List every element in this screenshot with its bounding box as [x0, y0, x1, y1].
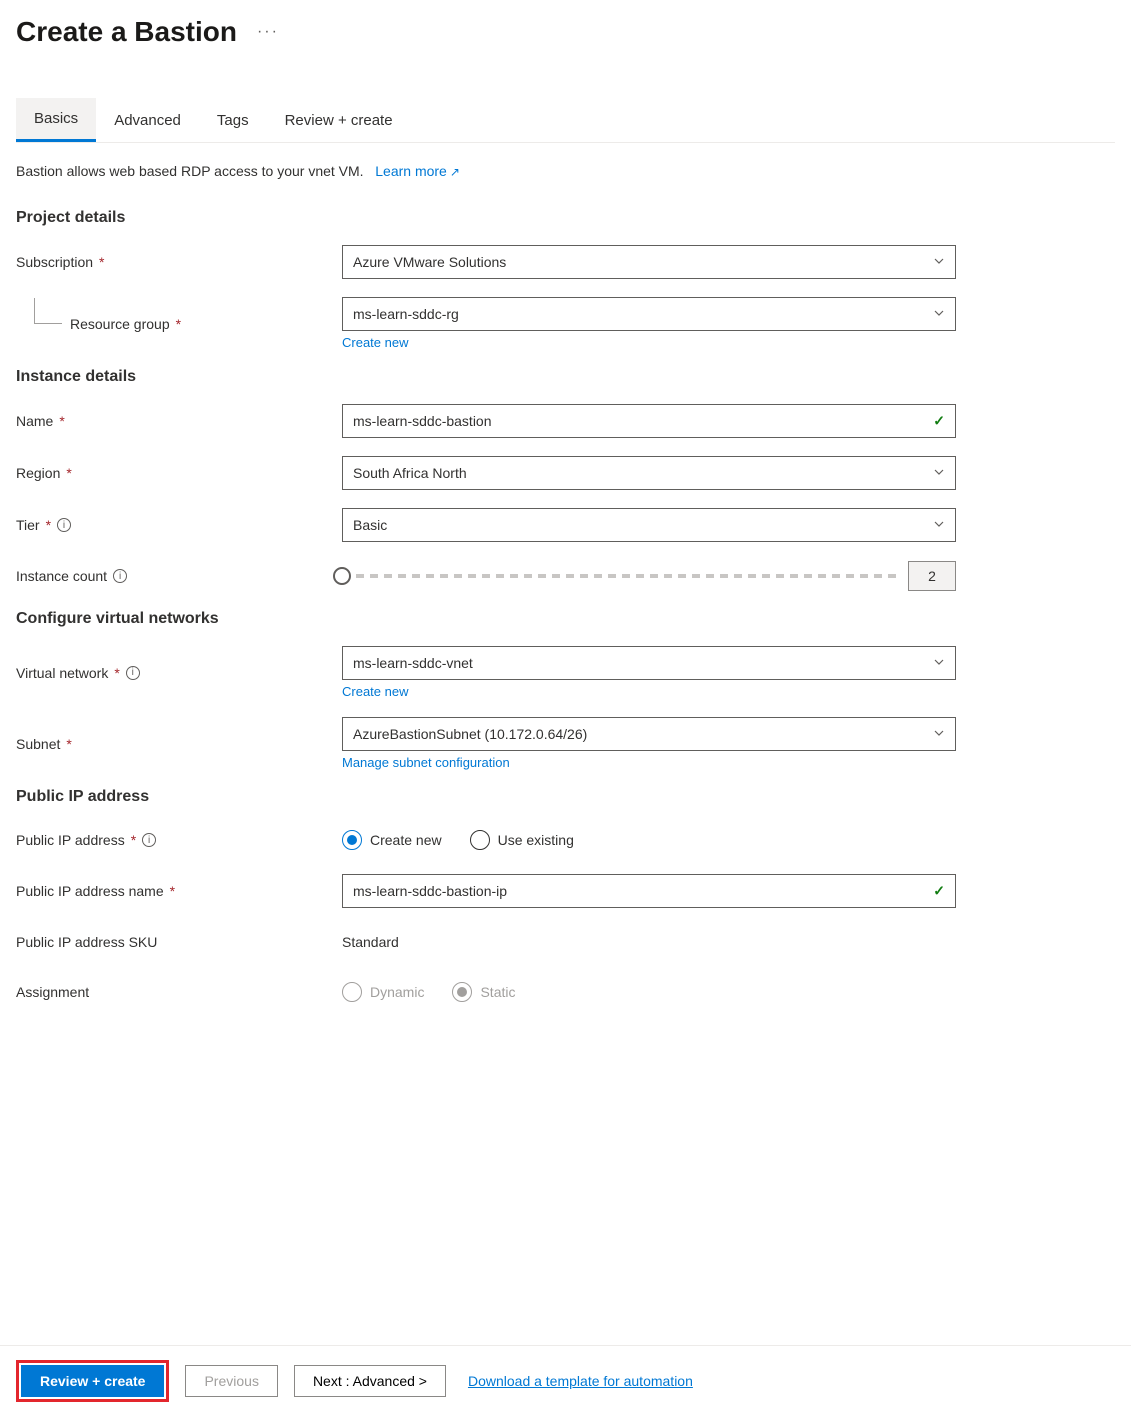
- radio-icon: [452, 982, 472, 1002]
- check-icon: ✓: [933, 413, 945, 430]
- info-icon[interactable]: i: [142, 833, 156, 847]
- public-ip-sku-label: Public IP address SKU: [16, 934, 157, 950]
- public-ip-name-label: Public IP address name: [16, 883, 164, 899]
- previous-button: Previous: [185, 1365, 277, 1397]
- section-public-ip: Public IP address: [16, 788, 1115, 806]
- section-project-details: Project details: [16, 209, 1115, 227]
- learn-more-link[interactable]: Learn more↗: [375, 163, 460, 179]
- tier-dropdown[interactable]: Basic: [342, 508, 956, 542]
- radio-static: Static: [452, 982, 515, 1002]
- highlight-annotation: Review + create: [16, 1360, 169, 1402]
- region-dropdown[interactable]: South Africa North: [342, 456, 956, 490]
- region-label: Region: [16, 465, 60, 481]
- instance-count-slider[interactable]: [342, 574, 898, 578]
- manage-subnet-link[interactable]: Manage subnet configuration: [342, 755, 956, 770]
- chevron-down-icon: [933, 306, 945, 322]
- chevron-down-icon: [933, 726, 945, 742]
- info-icon[interactable]: i: [113, 569, 127, 583]
- subscription-dropdown[interactable]: Azure VMware Solutions: [342, 245, 956, 279]
- radio-create-new[interactable]: Create new: [342, 830, 442, 850]
- required-asterisk: *: [114, 665, 119, 681]
- chevron-down-icon: [933, 517, 945, 533]
- slider-thumb[interactable]: [333, 567, 351, 585]
- name-input[interactable]: ms-learn-sddc-bastion ✓: [342, 404, 956, 438]
- tab-tags[interactable]: Tags: [199, 98, 267, 142]
- page-title: Create a Bastion: [16, 16, 237, 48]
- required-asterisk: *: [131, 832, 136, 848]
- radio-dynamic: Dynamic: [342, 982, 424, 1002]
- subnet-label: Subnet: [16, 736, 60, 752]
- chevron-down-icon: [933, 465, 945, 481]
- assignment-label: Assignment: [16, 984, 89, 1000]
- info-icon[interactable]: i: [57, 518, 71, 532]
- radio-use-existing[interactable]: Use existing: [470, 830, 574, 850]
- virtual-network-label: Virtual network: [16, 665, 108, 681]
- chevron-down-icon: [933, 254, 945, 270]
- name-label: Name: [16, 413, 53, 429]
- public-ip-label: Public IP address: [16, 832, 125, 848]
- external-link-icon: ↗: [450, 165, 460, 179]
- tab-advanced[interactable]: Advanced: [96, 98, 199, 142]
- footer-bar: Review + create Previous Next : Advanced…: [0, 1345, 1131, 1416]
- section-configure-vnet: Configure virtual networks: [16, 610, 1115, 628]
- radio-icon: [342, 982, 362, 1002]
- required-asterisk: *: [46, 517, 51, 533]
- more-icon[interactable]: ···: [257, 23, 279, 41]
- review-create-button[interactable]: Review + create: [21, 1365, 164, 1397]
- next-button[interactable]: Next : Advanced >: [294, 1365, 446, 1397]
- indent-connector: [34, 298, 62, 324]
- virtual-network-dropdown[interactable]: ms-learn-sddc-vnet: [342, 646, 956, 680]
- tab-review-create[interactable]: Review + create: [267, 98, 411, 142]
- tier-label: Tier: [16, 517, 40, 533]
- resource-group-label: Resource group: [70, 316, 170, 332]
- section-instance-details: Instance details: [16, 368, 1115, 386]
- required-asterisk: *: [176, 316, 181, 332]
- tab-bar: Basics Advanced Tags Review + create: [16, 98, 1115, 143]
- info-icon[interactable]: i: [126, 666, 140, 680]
- download-template-link[interactable]: Download a template for automation: [468, 1373, 693, 1389]
- required-asterisk: *: [170, 883, 175, 899]
- instance-count-label: Instance count: [16, 568, 107, 584]
- instance-count-value[interactable]: 2: [908, 561, 956, 591]
- public-ip-name-input[interactable]: ms-learn-sddc-bastion-ip ✓: [342, 874, 956, 908]
- radio-icon: [470, 830, 490, 850]
- chevron-down-icon: [933, 655, 945, 671]
- create-new-rg-link[interactable]: Create new: [342, 335, 956, 350]
- subscription-label: Subscription: [16, 254, 93, 270]
- resource-group-dropdown[interactable]: ms-learn-sddc-rg: [342, 297, 956, 331]
- check-icon: ✓: [933, 883, 945, 900]
- public-ip-sku-value: Standard: [342, 934, 399, 950]
- tab-basics[interactable]: Basics: [16, 98, 96, 142]
- description-text: Bastion allows web based RDP access to y…: [16, 163, 364, 179]
- required-asterisk: *: [66, 465, 71, 481]
- create-new-vnet-link[interactable]: Create new: [342, 684, 956, 699]
- required-asterisk: *: [59, 413, 64, 429]
- radio-icon: [342, 830, 362, 850]
- required-asterisk: *: [66, 736, 71, 752]
- required-asterisk: *: [99, 254, 104, 270]
- description: Bastion allows web based RDP access to y…: [16, 163, 1115, 179]
- subnet-dropdown[interactable]: AzureBastionSubnet (10.172.0.64/26): [342, 717, 956, 751]
